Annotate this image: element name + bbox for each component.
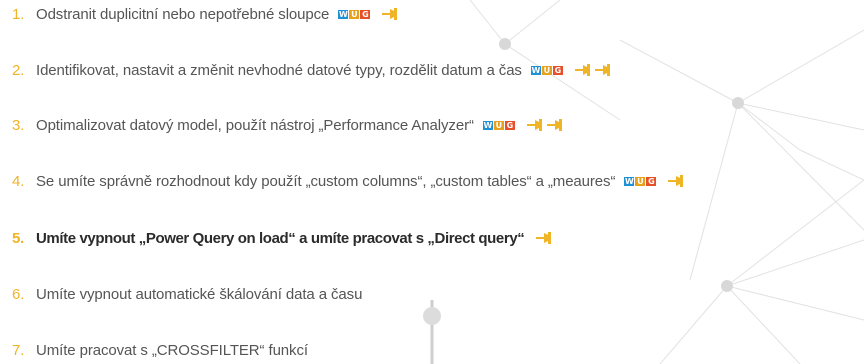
item-text: Odstranit duplicitní nebo nepotřebné slo… [36,5,330,23]
wug-letter: W [624,176,635,186]
item-text: Umíte pracovat s „CROSSFILTER“ funkcí [36,341,308,359]
item-number: 5. [12,229,24,247]
wug-logo-icon: WUG [530,65,563,75]
wug-letter: W [338,9,349,19]
pins [574,64,613,76]
item-text: Identifikovat, nastavit a změnit nevhodn… [36,61,522,79]
wug-letter: G [360,9,371,19]
pins [536,232,554,244]
item-text: Se umíte správně rozhodnout kdy použít „… [36,172,616,190]
list-item: 1. Odstranit duplicitní nebo nepotřebné s… [12,3,400,25]
wug-logo-icon: WUG [624,176,657,186]
list-item: 5. Umíte vypnout „Power Query on load“ a … [12,227,554,249]
list-item: 6. Umíte vypnout automatické škálování da… [12,283,362,305]
pin-icon [546,119,562,131]
pins [526,119,565,131]
wug-letter: G [646,176,657,186]
item-number: 3. [12,116,25,134]
list-item: 4. Se umíte správně rozhodnout kdy použít… [12,170,686,192]
item-number: 6. [12,285,25,303]
item-number: 2. [12,61,25,79]
item-text: Umíte vypnout automatické škálování data… [36,285,363,303]
wug-logo-icon: WUG [338,9,371,19]
item-number: 7. [12,341,25,359]
pin-icon [594,64,610,76]
wug-letter: G [504,120,515,130]
pin-icon [382,8,398,20]
pins [668,175,686,187]
wug-letter: U [493,120,504,130]
wug-logo-icon: WUG [482,120,515,130]
wug-letter: G [552,65,563,75]
list-item: 3. Optimalizovat datový model, použít nás… [12,114,565,136]
wug-letter: U [635,176,646,186]
item-number: 1. [12,5,25,23]
wug-letter: U [541,65,552,75]
wug-letter: W [482,120,493,130]
pin-icon [574,64,590,76]
item-text: Umíte vypnout „Power Query on load“ a um… [36,229,525,247]
pins [382,8,400,20]
pin-icon [668,175,684,187]
list-item: 2. Identifikovat, nastavit a změnit nevho… [12,59,613,81]
pin-icon [536,232,552,244]
wug-letter: W [530,65,541,75]
item-number: 4. [12,172,25,190]
list-item: 7. Umíte pracovat s „CROSSFILTER“ funkcí [12,339,308,361]
wug-letter: U [349,9,360,19]
item-text: Optimalizovat datový model, použít nástr… [36,116,474,134]
pin-icon [526,119,542,131]
